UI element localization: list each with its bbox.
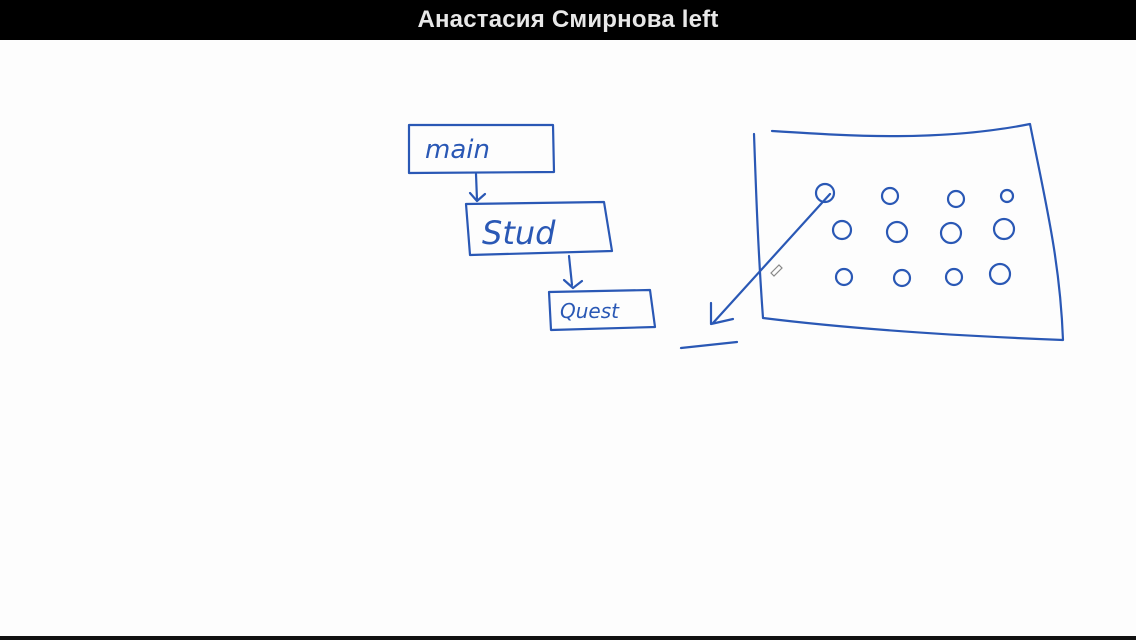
box-main-label: main bbox=[425, 135, 490, 165]
box-quest: Quest bbox=[547, 288, 657, 332]
pen-cursor-icon bbox=[770, 264, 783, 277]
bottom-edge bbox=[0, 636, 1136, 640]
box-stud: Stud bbox=[464, 200, 614, 257]
diagonal-arrow bbox=[709, 192, 832, 326]
circle-grid bbox=[814, 182, 1016, 288]
meeting-window: Анастасия Смирнова left main Stud Quest bbox=[0, 0, 1136, 640]
box-main: main bbox=[407, 123, 556, 175]
whiteboard-ink-layer: main Stud Quest bbox=[407, 122, 1065, 350]
arrow-main-to-stud bbox=[468, 172, 487, 203]
arrow-stud-to-quest bbox=[562, 254, 584, 290]
underline-stroke bbox=[679, 340, 739, 350]
box-quest-label: Quest bbox=[560, 299, 620, 323]
box-stud-label: Stud bbox=[482, 214, 556, 252]
grid-frame bbox=[752, 122, 1065, 342]
